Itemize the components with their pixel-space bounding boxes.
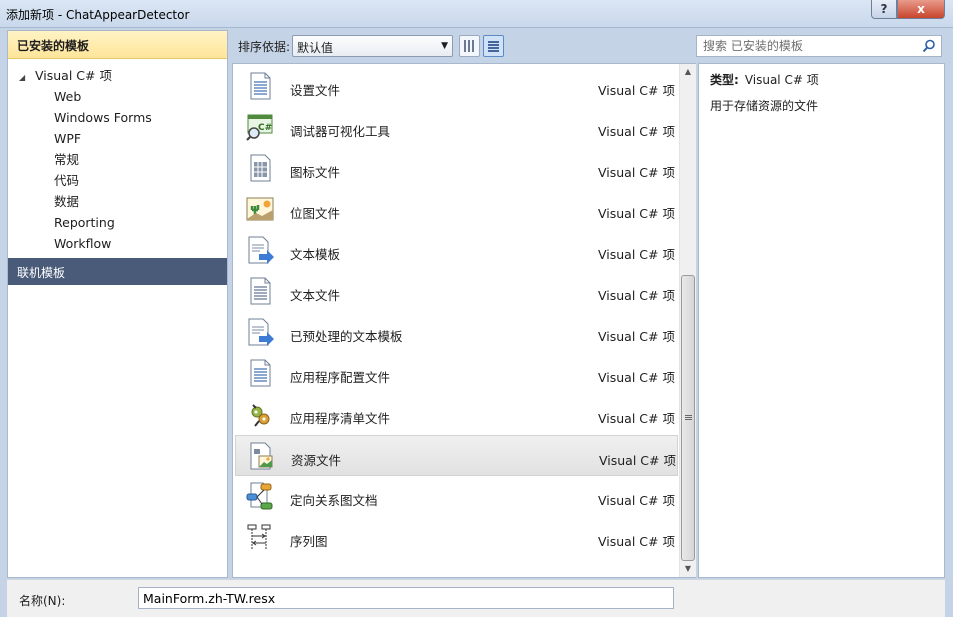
dgml-icon bbox=[246, 482, 273, 510]
name-input[interactable] bbox=[138, 587, 674, 609]
details-type-value: Visual C# 项 bbox=[744, 73, 819, 87]
tree-item-wpf[interactable]: WPF bbox=[8, 128, 227, 149]
scroll-down-icon[interactable]: ▼ bbox=[680, 561, 696, 577]
tree-item-code[interactable]: 代码 bbox=[8, 170, 227, 191]
item-type: Visual C# 项 bbox=[598, 247, 675, 262]
bitmap-file-icon bbox=[246, 197, 274, 221]
item-type: Visual C# 项 bbox=[598, 288, 675, 303]
item-name: 定向关系图文档 bbox=[290, 493, 378, 508]
template-list: 设置文件 Visual C# 项 C# 调试器可视化工具 Visual C# 项… bbox=[235, 66, 678, 558]
details-panel: 类型: Visual C# 项 用于存储资源的文件 bbox=[698, 63, 945, 578]
settings-file-icon bbox=[250, 72, 271, 100]
tree-item-reporting[interactable]: Reporting bbox=[8, 212, 227, 233]
item-name: 文本文件 bbox=[290, 288, 341, 303]
item-name: 资源文件 bbox=[291, 453, 342, 468]
item-name: 应用程序清单文件 bbox=[290, 411, 391, 426]
list-item[interactable]: 定向关系图文档 Visual C# 项 bbox=[235, 476, 678, 517]
tree-item-workflow[interactable]: Workflow bbox=[8, 233, 227, 254]
item-type: Visual C# 项 bbox=[598, 124, 675, 139]
search-box[interactable] bbox=[696, 35, 942, 57]
debugger-visualizer-icon: C# bbox=[246, 114, 273, 141]
list-item[interactable]: 位图文件 Visual C# 项 bbox=[235, 189, 678, 230]
list-item[interactable]: 文本文件 Visual C# 项 bbox=[235, 271, 678, 312]
icon-file-icon bbox=[250, 154, 271, 182]
list-item[interactable]: 设置文件 Visual C# 项 bbox=[235, 66, 678, 107]
list-view-icon bbox=[488, 40, 499, 52]
resource-file-icon bbox=[250, 442, 273, 470]
text-file-icon bbox=[250, 277, 271, 305]
item-type: Visual C# 项 bbox=[598, 165, 675, 180]
details-description: 用于存储资源的文件 bbox=[710, 99, 819, 113]
scrollbar-thumb[interactable] bbox=[681, 275, 695, 561]
grip-icon bbox=[685, 414, 692, 420]
item-name: 文本模板 bbox=[290, 247, 341, 262]
tree-item-general[interactable]: 常规 bbox=[8, 149, 227, 170]
search-input[interactable] bbox=[697, 36, 907, 56]
template-list-panel: 设置文件 Visual C# 项 C# 调试器可视化工具 Visual C# 项… bbox=[232, 63, 696, 578]
title-bar: 添加新项 - ChatAppearDetector ? x bbox=[0, 0, 953, 28]
help-button[interactable]: ? bbox=[871, 0, 897, 19]
list-item[interactable]: 应用程序清单文件 Visual C# 项 bbox=[235, 394, 678, 435]
list-item-selected[interactable]: 资源文件 Visual C# 项 bbox=[235, 435, 678, 476]
item-type: Visual C# 项 bbox=[599, 453, 676, 468]
item-name: 设置文件 bbox=[290, 83, 341, 98]
window-title: 添加新项 - ChatAppearDetector bbox=[6, 8, 190, 22]
search-icon[interactable] bbox=[922, 39, 936, 53]
item-name: 应用程序配置文件 bbox=[290, 370, 391, 385]
list-item[interactable]: 文本模板 Visual C# 项 bbox=[235, 230, 678, 271]
list-view-button[interactable] bbox=[483, 35, 504, 57]
tree-item-data[interactable]: 数据 bbox=[8, 191, 227, 212]
installed-templates-header[interactable]: 已安装的模板 bbox=[8, 31, 227, 59]
item-name: 已预处理的文本模板 bbox=[290, 329, 403, 344]
item-name: 图标文件 bbox=[290, 165, 341, 180]
svg-text:C#: C# bbox=[258, 123, 272, 133]
list-item[interactable]: 已预处理的文本模板 Visual C# 项 bbox=[235, 312, 678, 353]
tree-item-visual-csharp[interactable]: ◢ Visual C# 项 bbox=[8, 65, 227, 86]
template-category-panel: 已安装的模板 ◢ Visual C# 项 Web Windows Forms WP… bbox=[7, 30, 228, 578]
help-icon: ? bbox=[880, 2, 888, 16]
item-name: 序列图 bbox=[290, 534, 328, 549]
category-tree: ◢ Visual C# 项 Web Windows Forms WPF 常规 代码… bbox=[8, 59, 227, 254]
list-item[interactable]: 图标文件 Visual C# 项 bbox=[235, 148, 678, 189]
item-type: Visual C# 项 bbox=[598, 534, 675, 549]
item-name: 调试器可视化工具 bbox=[290, 124, 391, 139]
text-template-icon bbox=[248, 236, 274, 264]
sequence-diagram-icon bbox=[247, 524, 271, 550]
list-item[interactable]: 应用程序配置文件 Visual C# 项 bbox=[235, 353, 678, 394]
name-bar: 名称(N): bbox=[7, 579, 945, 617]
sort-dropdown[interactable]: 默认值 ▼ bbox=[292, 35, 453, 57]
sort-value: 默认值 bbox=[297, 41, 334, 55]
list-item[interactable]: C# 调试器可视化工具 Visual C# 项 bbox=[235, 107, 678, 148]
item-type: Visual C# 项 bbox=[598, 83, 675, 98]
tree-item-label: Visual C# 项 bbox=[35, 68, 112, 83]
list-scrollbar[interactable]: ▲ ▼ bbox=[679, 64, 696, 577]
item-type: Visual C# 项 bbox=[598, 329, 675, 344]
scroll-up-icon[interactable]: ▲ bbox=[680, 64, 696, 80]
item-type: Visual C# 项 bbox=[598, 493, 675, 508]
chevron-down-icon: ▼ bbox=[441, 41, 448, 51]
details-type-label: 类型: bbox=[710, 73, 739, 87]
close-button[interactable]: x bbox=[897, 0, 945, 19]
preprocessed-template-icon bbox=[248, 318, 274, 346]
small-icons-view-button[interactable] bbox=[459, 35, 480, 57]
expand-arrow-icon[interactable]: ◢ bbox=[19, 67, 35, 88]
app-manifest-icon bbox=[251, 404, 270, 427]
item-type: Visual C# 项 bbox=[598, 411, 675, 426]
item-type: Visual C# 项 bbox=[598, 370, 675, 385]
app-config-icon bbox=[250, 359, 271, 387]
tree-item-web[interactable]: Web bbox=[8, 86, 227, 107]
sort-label: 排序依据: bbox=[238, 40, 291, 54]
name-label: 名称(N): bbox=[19, 594, 66, 608]
close-icon: x bbox=[917, 2, 925, 16]
item-name: 位图文件 bbox=[290, 206, 341, 221]
tree-item-windows-forms[interactable]: Windows Forms bbox=[8, 107, 227, 128]
item-type: Visual C# 项 bbox=[598, 206, 675, 221]
online-templates-header[interactable]: 联机模板 bbox=[8, 258, 227, 285]
list-item[interactable]: 序列图 Visual C# 项 bbox=[235, 517, 678, 558]
details-type: 类型: Visual C# 项 bbox=[710, 71, 944, 88]
grid-view-icon bbox=[464, 40, 475, 52]
